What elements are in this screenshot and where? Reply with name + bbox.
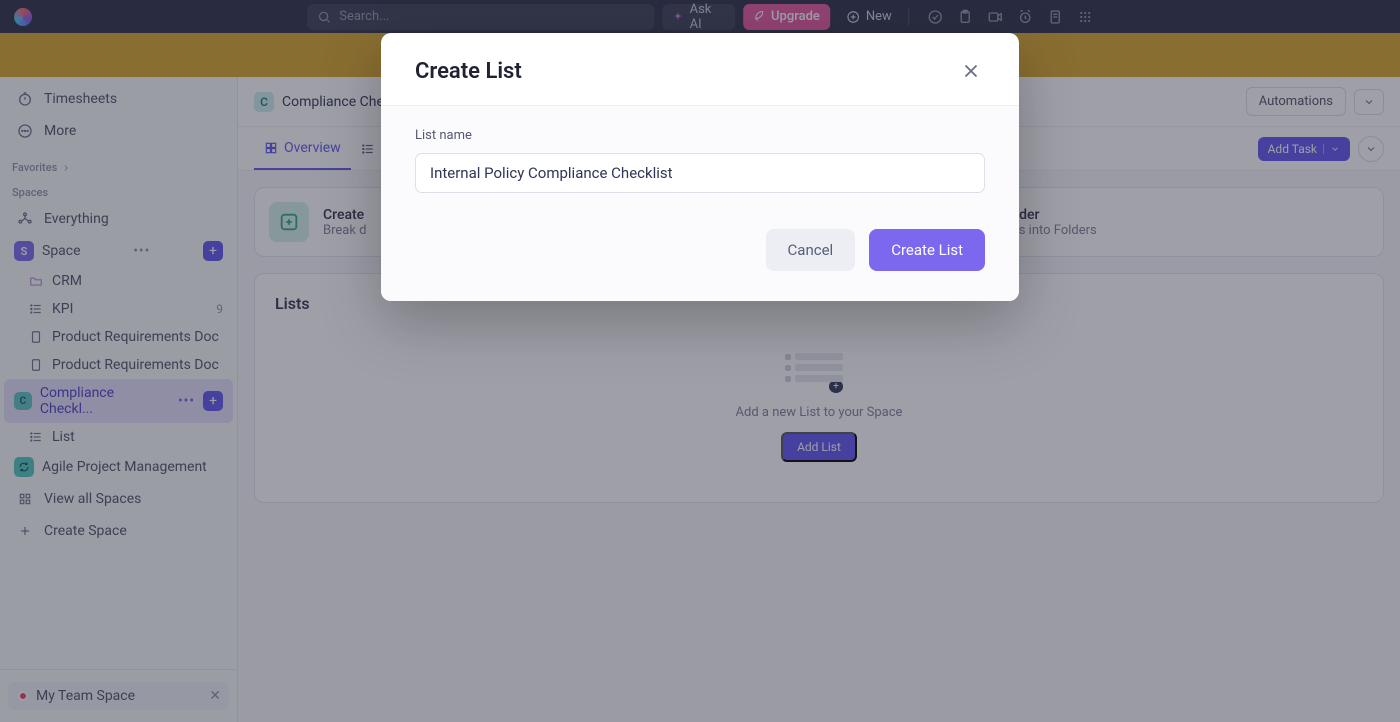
create-list-button[interactable]: Create List xyxy=(869,229,985,271)
modal-footer: Cancel Create List xyxy=(381,203,1019,301)
list-name-label: List name xyxy=(415,128,985,143)
cancel-button[interactable]: Cancel xyxy=(766,229,856,271)
list-name-input[interactable] xyxy=(415,153,985,193)
modal-title: Create List xyxy=(415,59,522,84)
modal-body: List name xyxy=(381,105,1019,203)
modal-header: Create List xyxy=(381,33,1019,105)
modal-overlay[interactable]: Create List List name Cancel Create List xyxy=(0,0,1400,722)
close-icon xyxy=(960,60,982,82)
modal-close-button[interactable] xyxy=(957,57,985,85)
create-list-modal: Create List List name Cancel Create List xyxy=(381,33,1019,301)
